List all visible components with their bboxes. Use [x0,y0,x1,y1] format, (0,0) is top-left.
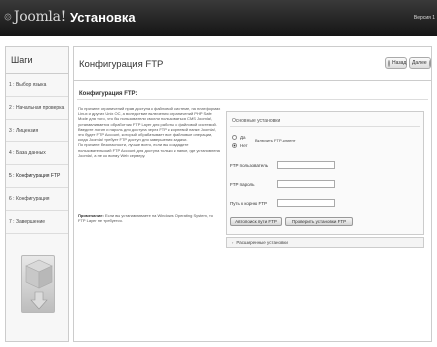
back-button[interactable]: Назад [385,57,407,69]
steps-sidebar: Шаги 1 : Выбор языка 2 : Начальная прове… [5,46,69,342]
advanced-settings-label: Расширенные установки [236,240,288,245]
ftp-user-label: FTP пользователь [230,163,269,168]
autofind-ftp-path-button[interactable]: Автопоиск пути FTP [230,217,282,226]
installer-title: Установка [70,10,136,25]
next-icon [428,59,431,67]
ftp-path-label: Путь к корню FTP [230,201,267,206]
ftp-enable-no[interactable]: Нет [232,143,248,148]
steps-list: 1 : Выбор языка 2 : Начальная проверка 3… [6,74,68,234]
joomla-logo-icon [4,13,12,21]
logo-text: Joomla! [13,9,66,25]
ftp-user-input[interactable] [277,161,335,169]
box-divider [230,126,420,127]
step-finish[interactable]: 7 : Завершение [6,211,68,234]
section-title: Конфигурация FTP: [79,91,138,97]
next-button-label: Далее [412,60,427,66]
radio-no[interactable] [232,143,237,148]
step-language[interactable]: 1 : Выбор языка [6,74,68,97]
ftp-basic-settings: Основные установки Да Нет Включить FTP-к… [226,111,424,235]
main-panel: Конфигурация FTP Назад Далее Конфигураци… [73,46,432,342]
step-ftp-config[interactable]: 5 : Конфигурация FTP [6,165,68,188]
back-icon [388,59,390,67]
main-header: Конфигурация FTP Назад Далее [74,47,431,81]
verify-ftp-settings-button[interactable]: Проверить установки FTP [285,217,353,226]
ftp-enable-yes[interactable]: Да [232,135,246,140]
install-box-icon [21,255,55,313]
chevron-right-icon: › [232,240,234,245]
step-database[interactable]: 4 : База данных [6,142,68,166]
version-label: Версия 1 [413,15,435,21]
step-precheck[interactable]: 2 : Начальная проверка [6,97,68,120]
page-title: Конфигурация FTP [79,59,164,70]
ftp-password-label: FTP пароль [230,182,255,187]
info-paragraph: По причине безопасности, лучше всего, ес… [78,142,220,158]
basic-settings-title: Основные установки [232,118,281,124]
enable-ftp-label: Включить FTP-клиент [255,138,296,143]
radio-yes[interactable] [232,135,237,140]
windows-note: Примечание: Если вы устанавливаете на Wi… [78,213,218,223]
section-divider [77,99,428,100]
back-button-label: Назад [392,60,407,66]
next-button[interactable]: Далее [409,57,431,69]
step-license[interactable]: 3 : Лицензия [6,120,68,143]
steps-title: Шаги [6,47,68,74]
ftp-password-input[interactable] [277,180,335,188]
radio-yes-label: Да [240,135,246,140]
ftp-path-input[interactable] [277,199,335,207]
joomla-logo: Joomla! [4,5,66,29]
app-header: Joomla! Установка Версия 1 [0,0,437,36]
radio-no-label: Нет [240,143,248,148]
info-paragraph: По причине ограничений прав доступа к фа… [78,106,221,143]
step-configuration[interactable]: 6 : Конфигурация [6,188,68,211]
ftp-info-text: По причине ограничений прав доступа к фа… [78,106,222,158]
advanced-settings-toggle[interactable]: › Расширенные установки [226,237,424,248]
